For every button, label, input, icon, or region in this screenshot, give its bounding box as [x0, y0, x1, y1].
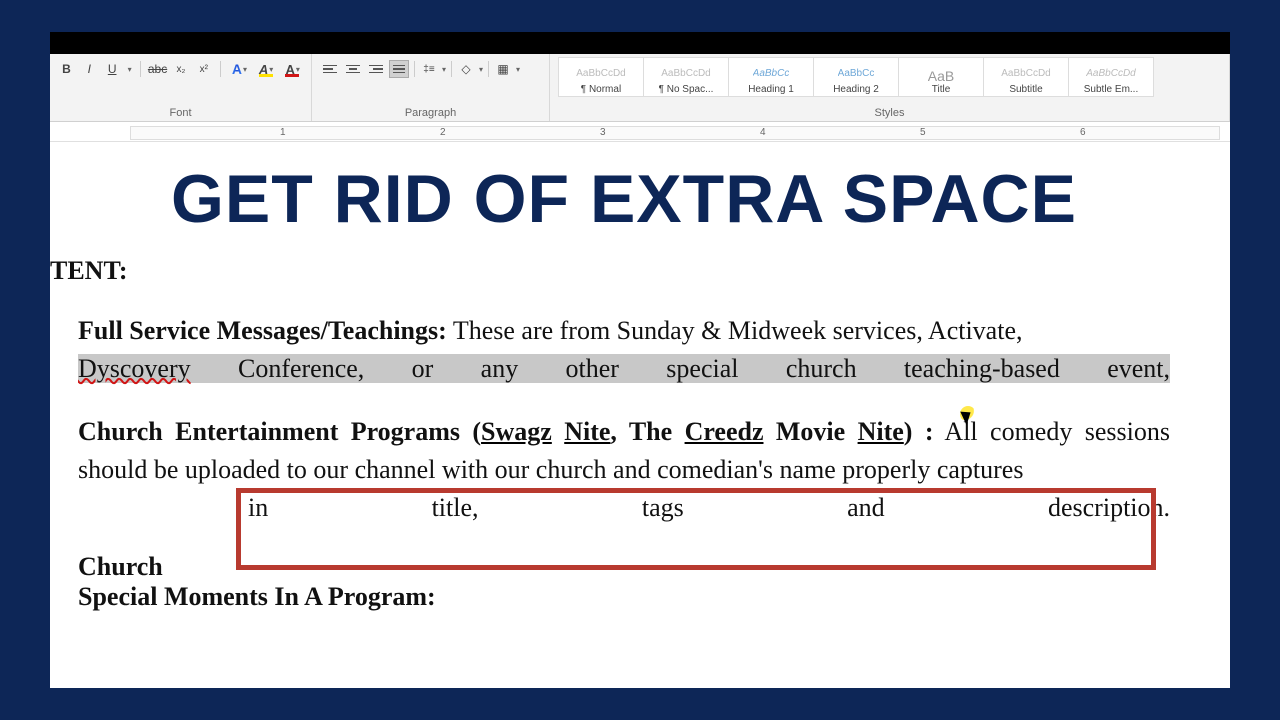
style-heading2[interactable]: AaBbCcHeading 2 — [813, 57, 899, 97]
p1-misspelled: Dyscovery — [78, 354, 191, 383]
subscript-button[interactable]: x₂ — [173, 60, 190, 78]
shading-button[interactable]: ◇ — [457, 60, 475, 78]
p1-text-a: These are from Sunday & Midweek services… — [447, 316, 1023, 345]
document-page[interactable]: GET RID OF EXTRA SPACE TENT: Full Servic… — [50, 142, 1230, 612]
ribbon-group-styles: AaBbCcDd¶ Normal AaBbCcDd¶ No Spac... Aa… — [550, 54, 1230, 121]
align-right-button[interactable] — [366, 60, 386, 78]
p1-bold: Full Service Messages/Teachings: — [78, 316, 447, 345]
styles-gallery: AaBbCcDd¶ Normal AaBbCcDd¶ No Spac... Aa… — [558, 57, 1221, 97]
paragraph-group-label: Paragraph — [320, 105, 541, 119]
strikethrough-button[interactable]: abc — [149, 60, 167, 78]
ruler[interactable]: 1 2 3 4 5 6 — [50, 122, 1230, 142]
style-subtitle[interactable]: AaBbCcDdSubtitle — [983, 57, 1069, 97]
titlebar-blackstrip — [50, 32, 1230, 54]
p2-bold-b: ) : — [904, 417, 934, 446]
align-left-button[interactable] — [320, 60, 340, 78]
underline-dropdown[interactable]: ▾ — [128, 65, 132, 74]
borders-button[interactable]: ▦ — [494, 60, 512, 78]
superscript-button[interactable]: x² — [195, 60, 212, 78]
text-effects-button[interactable]: A ▾ — [229, 60, 250, 78]
paragraph-1[interactable]: Full Service Messages/Teachings: These a… — [78, 312, 1170, 387]
line-spacing-button[interactable]: ‡≡ — [420, 60, 438, 78]
highlight-button[interactable]: A ▾ — [256, 60, 277, 78]
underline-button[interactable]: U — [104, 60, 121, 78]
ribbon-group-paragraph: ‡≡▾ ◇▾ ▦▾ Paragraph — [312, 54, 550, 121]
p2-bold-a: Church Entertainment Programs ( — [78, 417, 481, 446]
ribbon-group-font: B I U ▾ abc x₂ x² A ▾ A ▾ A — [50, 54, 312, 121]
font-color-button[interactable]: A ▾ — [282, 60, 303, 78]
heading-church: Church — [78, 552, 1170, 582]
overlay-title: GET RID OF EXTRA SPACE — [78, 160, 1170, 238]
align-justify-button[interactable] — [389, 60, 409, 78]
style-no-spacing[interactable]: AaBbCcDd¶ No Spac... — [643, 57, 729, 97]
heading-special-moments: Special Moments In A Program: — [78, 582, 1170, 612]
style-heading1[interactable]: AaBbCcHeading 1 — [728, 57, 814, 97]
font-group-label: Font — [58, 105, 303, 119]
p1-selected-rest: Conference, or any other special church … — [191, 354, 1170, 383]
style-title[interactable]: AaBTitle — [898, 57, 984, 97]
align-center-button[interactable] — [343, 60, 363, 78]
style-subtle-emphasis[interactable]: AaBbCcDdSubtle Em... — [1068, 57, 1154, 97]
paragraph-2[interactable]: Church Entertainment Programs (Swagz Nit… — [78, 413, 1170, 526]
heading-tent: TENT: — [50, 256, 1170, 286]
ribbon: B I U ▾ abc x₂ x² A ▾ A ▾ A — [50, 54, 1230, 122]
italic-button[interactable]: I — [81, 60, 98, 78]
style-normal[interactable]: AaBbCcDd¶ Normal — [558, 57, 644, 97]
word-window: B I U ▾ abc x₂ x² A ▾ A ▾ A — [50, 32, 1230, 688]
styles-group-label: Styles — [558, 105, 1221, 119]
bold-button[interactable]: B — [58, 60, 75, 78]
